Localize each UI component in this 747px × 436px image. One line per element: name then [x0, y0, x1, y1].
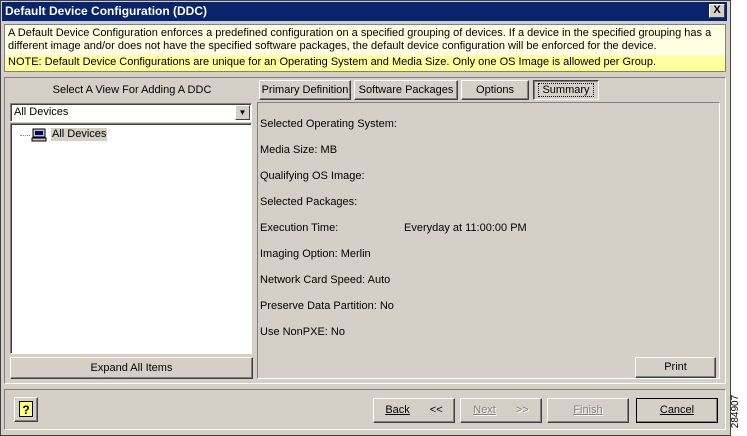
finish-label: Finish [573, 404, 603, 416]
summary-execution-label: Execution Time: [260, 222, 339, 234]
back-chevron-icon: << [429, 404, 443, 416]
tab-software-packages[interactable]: Software Packages [354, 80, 458, 100]
tab-summary[interactable]: Summary [533, 80, 599, 100]
summary-preserve-partition: Preserve Data Partition: No [260, 300, 394, 312]
tab-primary-definition[interactable]: Primary Definition [259, 80, 351, 100]
finish-button: Finish [547, 398, 629, 423]
cancel-label: Cancel [659, 404, 695, 416]
figure-id-watermark: 284907 [730, 394, 742, 429]
tree-connector [20, 135, 30, 136]
summary-qualifying-image: Qualifying OS Image: [260, 170, 365, 182]
close-icon[interactable]: X [709, 4, 725, 18]
next-chevron-icon: >> [515, 404, 529, 416]
back-button[interactable]: Back << [373, 398, 455, 423]
summary-media-size: Media Size: MB [260, 144, 338, 156]
help-button[interactable]: ? [14, 397, 38, 422]
tab-summary-label: Summary [538, 83, 594, 97]
window-title: Default Device Configuration (DDC) [5, 4, 208, 18]
summary-imaging-option: Imaging Option: Merlin [260, 248, 371, 260]
summary-network-speed: Network Card Speed: Auto [260, 274, 391, 286]
cancel-button[interactable]: Cancel [636, 398, 718, 423]
tab-options[interactable]: Options [461, 80, 529, 100]
computer-icon [31, 128, 47, 142]
note-banner: NOTE: Default Device Configurations are … [4, 55, 726, 72]
device-tree[interactable]: All Devices [10, 123, 252, 354]
title-bar: Default Device Configuration (DDC) X [2, 2, 727, 21]
summary-packages: Selected Packages: [260, 196, 358, 208]
next-label: Next [473, 404, 496, 416]
next-button: Next >> [460, 398, 542, 423]
view-dropdown-value: All Devices [14, 106, 69, 118]
view-select-label: Select A View For Adding A DDC [52, 84, 212, 96]
expand-all-button[interactable]: Expand All Items [10, 357, 253, 379]
back-label: Back [385, 404, 410, 416]
dropdown-arrow-icon[interactable]: ▼ [235, 105, 250, 120]
summary-os: Selected Operating System: [260, 118, 397, 130]
description-banner: A Default Device Configuration enforces … [4, 24, 726, 55]
view-dropdown[interactable]: All Devices ▼ [10, 103, 252, 122]
print-button[interactable]: Print [635, 357, 716, 378]
summary-execution-value: Everyday at 11:00:00 PM [404, 222, 527, 234]
tree-item-all-devices[interactable]: All Devices [51, 128, 108, 141]
summary-use-nonpxe: Use NonPXE: No [260, 326, 345, 338]
help-icon: ? [19, 401, 33, 417]
